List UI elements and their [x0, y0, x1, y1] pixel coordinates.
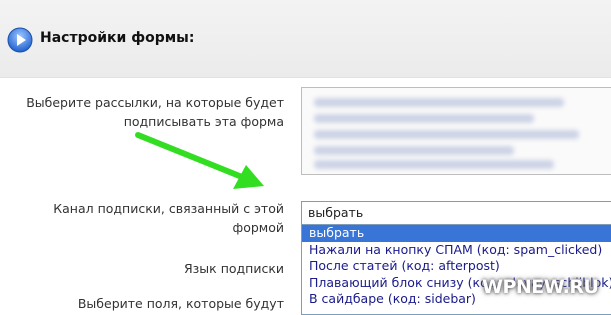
- channel-select[interactable]: выбрать: [301, 201, 611, 225]
- arrow-icon: [135, 132, 264, 189]
- dropdown-option[interactable]: Нажали на кнопку СПАМ (код: spam_clicked…: [302, 242, 611, 259]
- dropdown-option[interactable]: После статей (код: afterpost): [302, 258, 611, 275]
- page-title: Настройки формы:: [40, 30, 195, 46]
- watermark-logo: WPNEW.RU: [482, 276, 599, 298]
- mailing-list-select[interactable]: [301, 87, 611, 175]
- fields-label: Выберите поля, которые будут: [77, 296, 284, 311]
- form-settings-header: Настройки формы:: [0, 0, 611, 78]
- channel-label: Канал подписки, связанный с этой формой: [53, 201, 284, 235]
- language-label: Язык подписки: [183, 261, 284, 276]
- dropdown-option[interactable]: выбрать: [302, 225, 611, 242]
- play-circle-icon: [7, 27, 33, 53]
